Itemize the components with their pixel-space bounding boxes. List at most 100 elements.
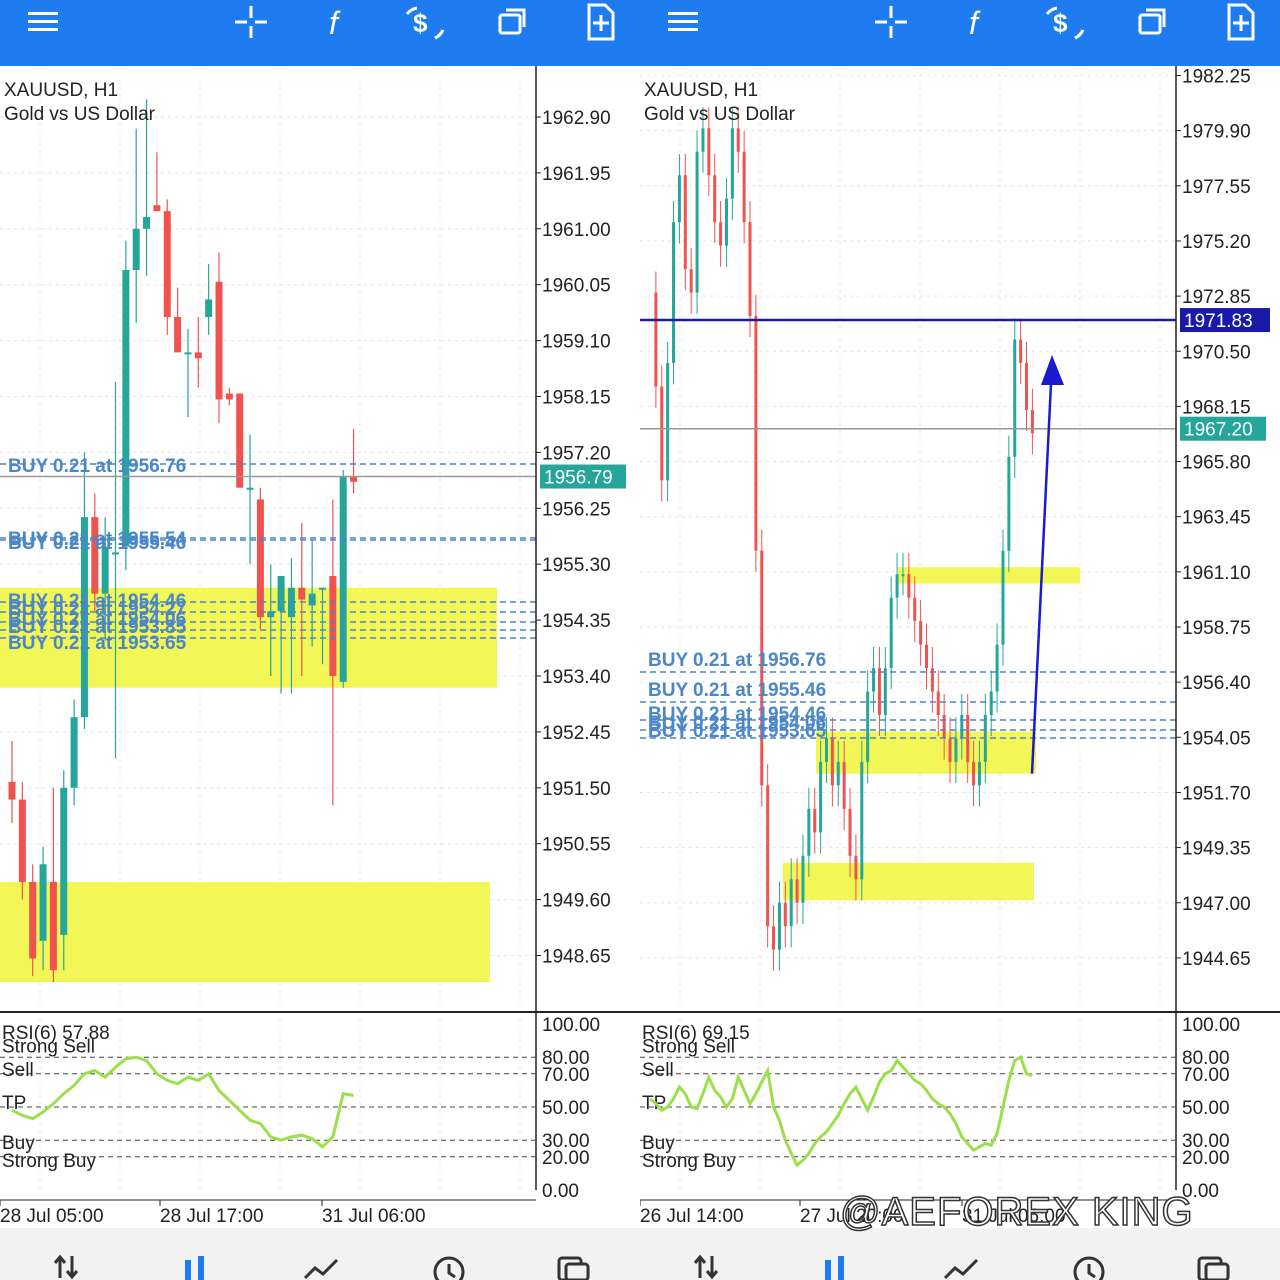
order-label: BUY 0.21 at 1956.76 — [8, 456, 186, 477]
new-order-icon[interactable] — [1210, 0, 1270, 44]
price-tick-label: 1954.05 — [1182, 728, 1251, 749]
trade-dollar-icon[interactable]: $ — [395, 0, 455, 44]
price-tick-label: 1961.95 — [542, 164, 611, 185]
candle-body — [215, 281, 223, 400]
trade-icon[interactable] — [296, 1252, 346, 1280]
candle-body — [736, 128, 740, 152]
current-price-text: 1956.79 — [544, 468, 613, 489]
crosshair-icon[interactable] — [221, 0, 281, 44]
symbol-label: XAUUSD, H1 — [4, 80, 119, 101]
candle-body — [989, 691, 993, 716]
candle-body — [842, 761, 846, 809]
candle-body — [153, 205, 161, 212]
trade-icon[interactable] — [936, 1252, 986, 1280]
candle-body — [298, 587, 306, 600]
candle-body — [801, 855, 805, 903]
messages-icon[interactable] — [548, 1252, 598, 1280]
candle-body — [683, 175, 687, 270]
price-tick-label: 1982.25 — [1182, 67, 1251, 88]
chart-panel-right[interactable]: f $ BUY 0.21 at 1956.76 BUY 0.21 at 1955.… — [640, 0, 1280, 1280]
quotes-icon[interactable] — [42, 1252, 92, 1280]
candle-body — [783, 902, 787, 927]
messages-icon[interactable] — [1188, 1252, 1238, 1280]
candle-body — [919, 621, 923, 645]
menu-icon[interactable] — [13, 0, 73, 44]
quotes-icon[interactable] — [682, 1252, 732, 1280]
level-price-text: 1971.83 — [1184, 311, 1253, 332]
new-order-icon[interactable] — [570, 0, 630, 44]
rsi-level-label: Sell — [642, 1060, 674, 1081]
candle-body — [654, 292, 658, 387]
function-icon[interactable]: f — [308, 0, 368, 44]
rsi-axis-label: 50.00 — [1182, 1098, 1230, 1119]
candle-body — [895, 574, 899, 598]
chart-icon[interactable] — [810, 1252, 860, 1280]
crosshair-icon[interactable] — [861, 0, 921, 44]
price-chart[interactable]: BUY 0.21 at 1956.76BUY 0.21 at 1955.54BU… — [0, 66, 640, 1228]
price-tick-label: 1958.75 — [1182, 618, 1251, 639]
rsi-level-label: Strong Sell — [642, 1037, 735, 1058]
candle-body — [995, 644, 999, 692]
candle-body — [960, 715, 964, 739]
candle-body — [1007, 456, 1011, 551]
candle-body — [907, 574, 911, 598]
candle-body — [966, 715, 970, 762]
price-chart[interactable]: BUY 0.21 at 1956.76 BUY 0.21 at 1955.46 BU… — [640, 66, 1280, 1228]
candle-body — [666, 362, 670, 481]
candle-body — [860, 761, 864, 880]
symbol-description: Gold vs US Dollar — [644, 104, 795, 125]
rsi-axis-label: 20.00 — [542, 1148, 590, 1169]
current-price-text: 1967.20 — [1184, 420, 1253, 441]
candle-body — [672, 222, 676, 363]
rsi-axis-label: 0.00 — [542, 1181, 579, 1202]
price-tick-label: 1959.10 — [542, 332, 611, 353]
candle-body — [836, 761, 840, 786]
order-label: BUY 0.21 at 1953.65 — [648, 721, 827, 742]
candle-body — [754, 316, 758, 551]
chart-panel-left[interactable]: f $ BUY 0.21 at 1956.76 BUY 0.21 at 1955.… — [0, 0, 640, 1280]
candle-body — [883, 668, 887, 716]
price-tick-label: 1948.65 — [542, 947, 611, 968]
candle-body — [689, 269, 693, 293]
candle-body — [319, 587, 326, 590]
symbol-description: Gold vs US Dollar — [4, 104, 155, 125]
history-icon[interactable] — [422, 1252, 472, 1280]
candle-body — [730, 128, 734, 199]
candle-body — [854, 855, 858, 880]
price-tick-label: 1968.15 — [1182, 397, 1251, 418]
candle-body — [1019, 339, 1023, 363]
function-icon[interactable]: f — [948, 0, 1008, 44]
candle-body — [972, 761, 976, 786]
price-tick-label: 1955.30 — [542, 555, 611, 576]
bottom-nav — [0, 1228, 640, 1280]
candle-body — [1013, 339, 1017, 457]
candle-body — [194, 352, 202, 359]
candle-body — [789, 879, 793, 927]
price-tick-label: 1953.40 — [542, 667, 611, 688]
menu-icon[interactable] — [653, 0, 713, 44]
windows-icon[interactable] — [1123, 0, 1183, 44]
rsi-axis-label: 70.00 — [542, 1065, 590, 1086]
chart-icon[interactable] — [170, 1252, 220, 1280]
candle-body — [942, 715, 946, 739]
order-label: BUY 0.21 at 1953.65 — [8, 633, 187, 654]
watermark: @AEFOREX KING — [839, 1189, 1194, 1235]
price-tick-label: 1972.85 — [1182, 287, 1251, 308]
time-tick-label: 26 Jul 14:00 — [640, 1206, 744, 1227]
candle-body — [205, 299, 213, 318]
candle-body — [1025, 362, 1029, 410]
rsi-axis-label: 20.00 — [1182, 1148, 1230, 1169]
candle-body — [1030, 409, 1034, 434]
candle-body — [889, 597, 893, 669]
price-tick-label: 1956.25 — [542, 499, 611, 520]
price-tick-label: 1965.80 — [1182, 453, 1251, 474]
candle-body — [748, 222, 752, 317]
windows-icon[interactable] — [483, 0, 543, 44]
price-tick-label: 1970.50 — [1182, 342, 1251, 363]
history-icon[interactable] — [1062, 1252, 1112, 1280]
price-tick-label: 1979.90 — [1182, 122, 1251, 143]
candle-body — [742, 151, 746, 223]
symbol-label: XAUUSD, H1 — [644, 80, 759, 101]
trade-dollar-icon[interactable]: $ — [1035, 0, 1095, 44]
price-tick-label: 1957.20 — [542, 443, 611, 464]
